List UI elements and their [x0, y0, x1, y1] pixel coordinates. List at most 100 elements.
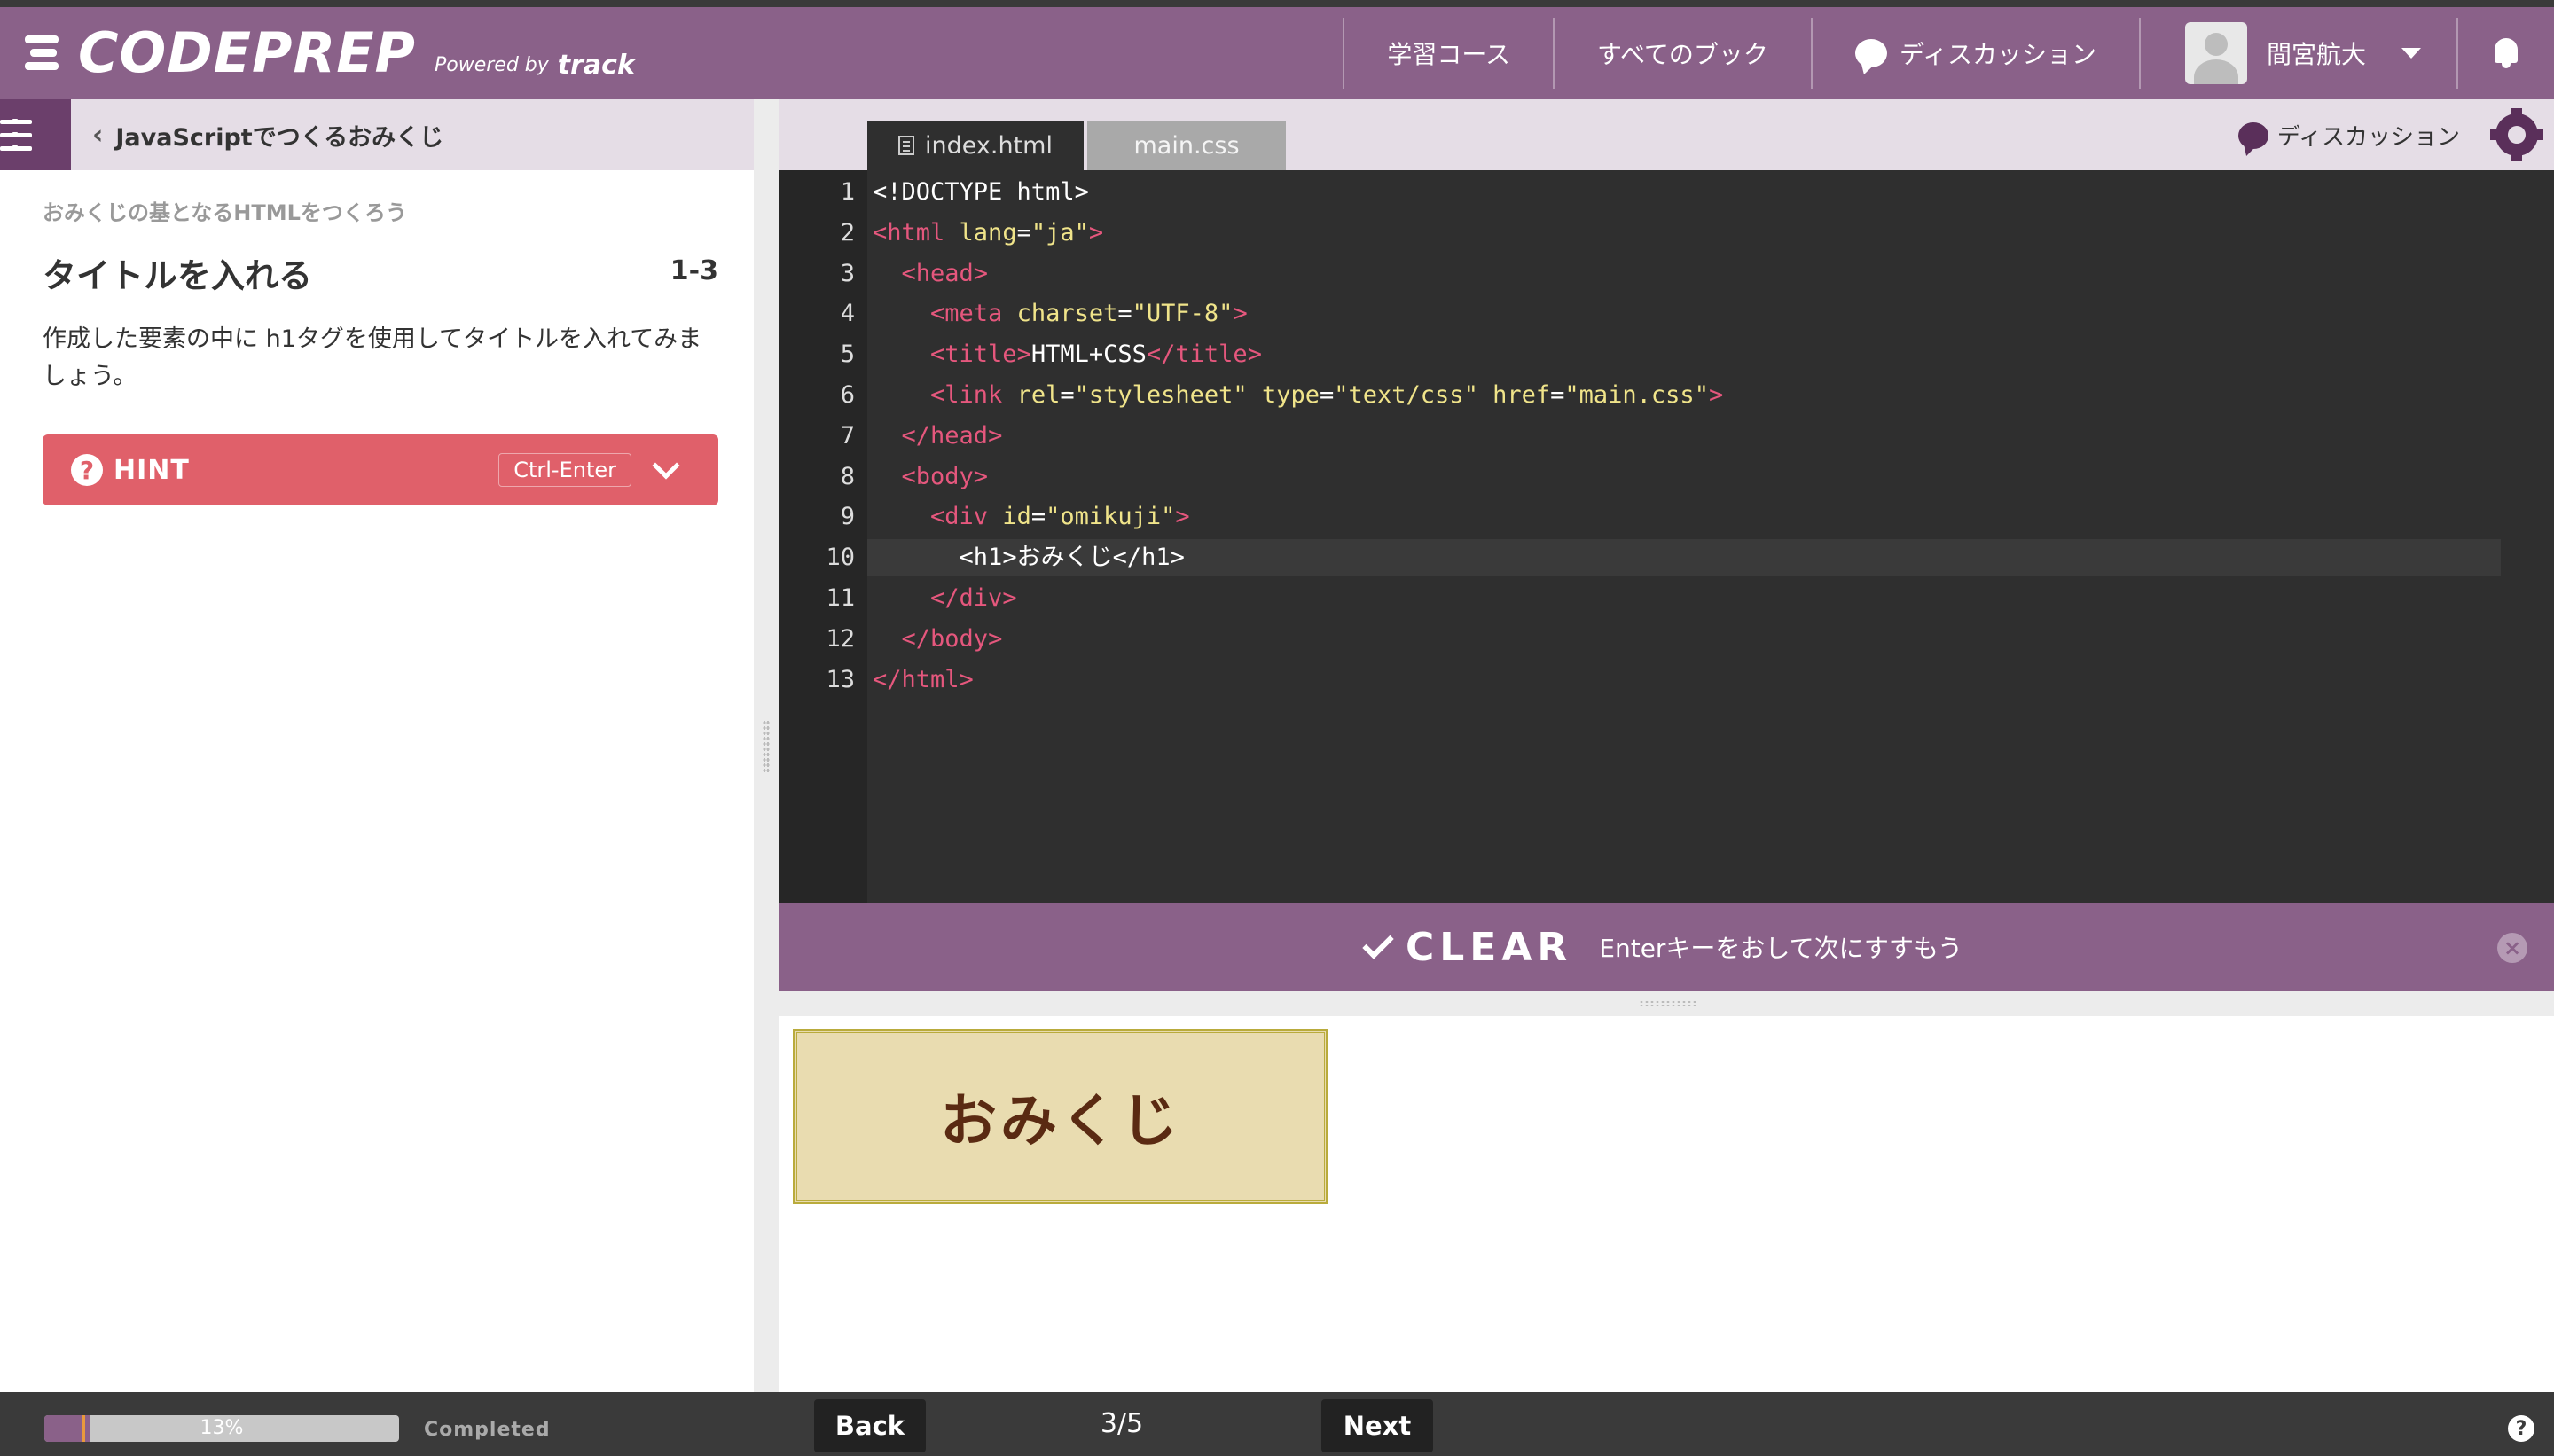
speech-bubble-icon — [1854, 39, 1887, 67]
editor-discussion-label: ディスカッション — [2276, 124, 2460, 151]
code-line[interactable]: 10 <h1>おみくじ</h1> — [779, 539, 2554, 577]
code-line[interactable]: 2 <html lang="ja"> — [779, 215, 2554, 252]
line-number: 9 — [840, 503, 855, 531]
code-text: <title>HTML+CSS</title> — [930, 341, 1262, 369]
lesson-panel: ‹ JavaScriptでつくるおみくじ おみくじの基となるHTMLをつくろう … — [0, 99, 754, 1392]
code-line[interactable]: 3 <head> — [779, 255, 2554, 293]
horizontal-splitter[interactable] — [779, 991, 2554, 1016]
line-number: 5 — [840, 341, 855, 369]
code-line[interactable]: 4 <meta charset="UTF-8"> — [779, 295, 2554, 333]
progress-bar: 13% — [44, 1415, 399, 1442]
preview-heading: おみくじ — [940, 1088, 1181, 1155]
powered-by: Powered by track — [435, 50, 635, 81]
code-line[interactable]: 5 <title>HTML+CSS</title> — [779, 336, 2554, 373]
chevron-down-icon — [652, 451, 680, 480]
nav-courses[interactable]: 学習コース — [1343, 18, 1553, 89]
drag-handle-icon — [763, 720, 770, 773]
help-icon[interactable]: ? — [2508, 1415, 2534, 1442]
page-indicator: 3/5 — [1100, 1408, 1144, 1439]
clear-message: Enterキーをおして次にすすもう — [1599, 934, 1963, 963]
line-number: 3 — [840, 259, 855, 287]
code-text: <head> — [901, 259, 989, 287]
code-text: <body> — [901, 462, 989, 490]
lesson-number: 1-3 — [670, 255, 718, 286]
tab-main-css[interactable]: main.css — [1087, 121, 1286, 170]
code-text: <link rel="stylesheet" type="text/css" h… — [930, 381, 1724, 409]
course-title[interactable]: JavaScriptでつくるおみくじ — [115, 118, 443, 153]
hint-label: HINT — [114, 454, 190, 486]
clear-banner: CLEAR Enterキーをおして次にすすもう × — [779, 903, 2554, 991]
line-number: 4 — [840, 300, 855, 328]
code-text: <html lang="ja"> — [873, 218, 1104, 247]
clear-label: CLEAR — [1405, 924, 1573, 970]
code-text: </head> — [901, 421, 1003, 450]
vertical-splitter[interactable] — [754, 99, 779, 1392]
code-line[interactable]: 9 <div id="omikuji"> — [779, 498, 2554, 536]
line-number: 11 — [826, 584, 855, 612]
hint-button[interactable]: ? HINT Ctrl-Enter — [43, 434, 718, 505]
code-text: <meta charset="UTF-8"> — [930, 300, 1248, 328]
next-button[interactable]: Next — [1321, 1399, 1433, 1452]
progress-label: 13% — [200, 1417, 244, 1439]
window-top-strip — [0, 0, 2554, 7]
track-logo: track — [557, 50, 635, 81]
logo-text: CODEPREP — [78, 20, 416, 85]
file-icon — [898, 136, 915, 155]
question-icon: ? — [71, 454, 103, 486]
codeprep-logo[interactable]: CODEPREP — [25, 20, 416, 85]
editor-discussion-link[interactable]: ディスカッション — [2237, 119, 2460, 152]
line-number: 7 — [840, 421, 855, 450]
code-text: <!DOCTYPE html> — [873, 178, 1089, 206]
code-editor[interactable]: 1 <!DOCTYPE html> 2 <html lang="ja"> 3 <head… — [779, 170, 2554, 903]
chevron-left-icon[interactable]: ‹ — [92, 120, 103, 151]
hint-shortcut: Ctrl-Enter — [498, 453, 631, 487]
tab-label: main.css — [1133, 131, 1240, 160]
notifications-button[interactable] — [2456, 18, 2554, 89]
menu-list-button[interactable] — [0, 99, 71, 170]
speech-bubble-icon — [2237, 121, 2268, 149]
line-number: 6 — [840, 381, 855, 409]
code-line[interactable]: 7 </head> — [779, 418, 2554, 455]
preview-pane: おみくじ — [779, 1016, 2554, 1392]
nav-discussion[interactable]: ディスカッション — [1810, 18, 2139, 89]
site-header: CODEPREP Powered by track 学習コース すべてのブック … — [0, 7, 2554, 99]
user-menu[interactable]: 間宮航大 — [2138, 18, 2456, 89]
code-line[interactable]: 6 <link rel="stylesheet" type="text/css"… — [779, 377, 2554, 414]
close-icon[interactable]: × — [2497, 933, 2527, 963]
chevron-down-icon — [2401, 48, 2421, 59]
editor-tabbar: index.html main.css ディスカッション — [779, 99, 2554, 170]
code-text: </body> — [901, 624, 1003, 653]
code-line[interactable]: 12 </body> — [779, 621, 2554, 658]
check-icon — [1362, 928, 1394, 959]
lesson-title: タイトルを入れる — [43, 256, 313, 295]
omikuji-box: おみくじ — [793, 1029, 1328, 1204]
logo-mark-icon — [25, 30, 71, 76]
lesson-panel-header: ‹ JavaScriptでつくるおみくじ — [0, 99, 754, 170]
code-line[interactable]: 8 <body> — [779, 458, 2554, 496]
avatar — [2184, 22, 2247, 84]
powered-by-label: Powered by — [435, 54, 549, 76]
code-line[interactable]: 13 </html> — [779, 661, 2554, 699]
line-number: 8 — [840, 462, 855, 490]
line-number: 12 — [826, 624, 855, 653]
line-number: 2 — [840, 218, 855, 247]
back-button[interactable]: Back — [814, 1399, 926, 1452]
code-text: </div> — [930, 584, 1017, 612]
code-text: <h1>おみくじ</h1> — [959, 544, 1185, 572]
editor-area: index.html main.css ディスカッション 1 <!DOCTYPE … — [779, 99, 2554, 1392]
code-text: </html> — [873, 665, 974, 693]
line-number: 10 — [826, 544, 855, 572]
nav-books[interactable]: すべてのブック — [1553, 18, 1811, 89]
tab-index-html[interactable]: index.html — [867, 121, 1084, 170]
bell-icon — [2493, 38, 2519, 68]
line-number: 13 — [826, 665, 855, 693]
line-number: 1 — [840, 178, 855, 206]
tab-label: index.html — [925, 131, 1053, 160]
nav-discussion-label: ディスカッション — [1899, 40, 2096, 69]
code-line[interactable]: 11 </div> — [779, 580, 2554, 617]
code-text: <div id="omikuji"> — [930, 503, 1190, 531]
code-line[interactable]: 1 <!DOCTYPE html> — [779, 174, 2554, 211]
gear-icon[interactable] — [2490, 108, 2543, 161]
lesson-description: 作成した要素の中に h1タグを使用してタイトルを入れてみましょう。 — [43, 325, 702, 390]
completed-label: Completed — [424, 1419, 551, 1441]
